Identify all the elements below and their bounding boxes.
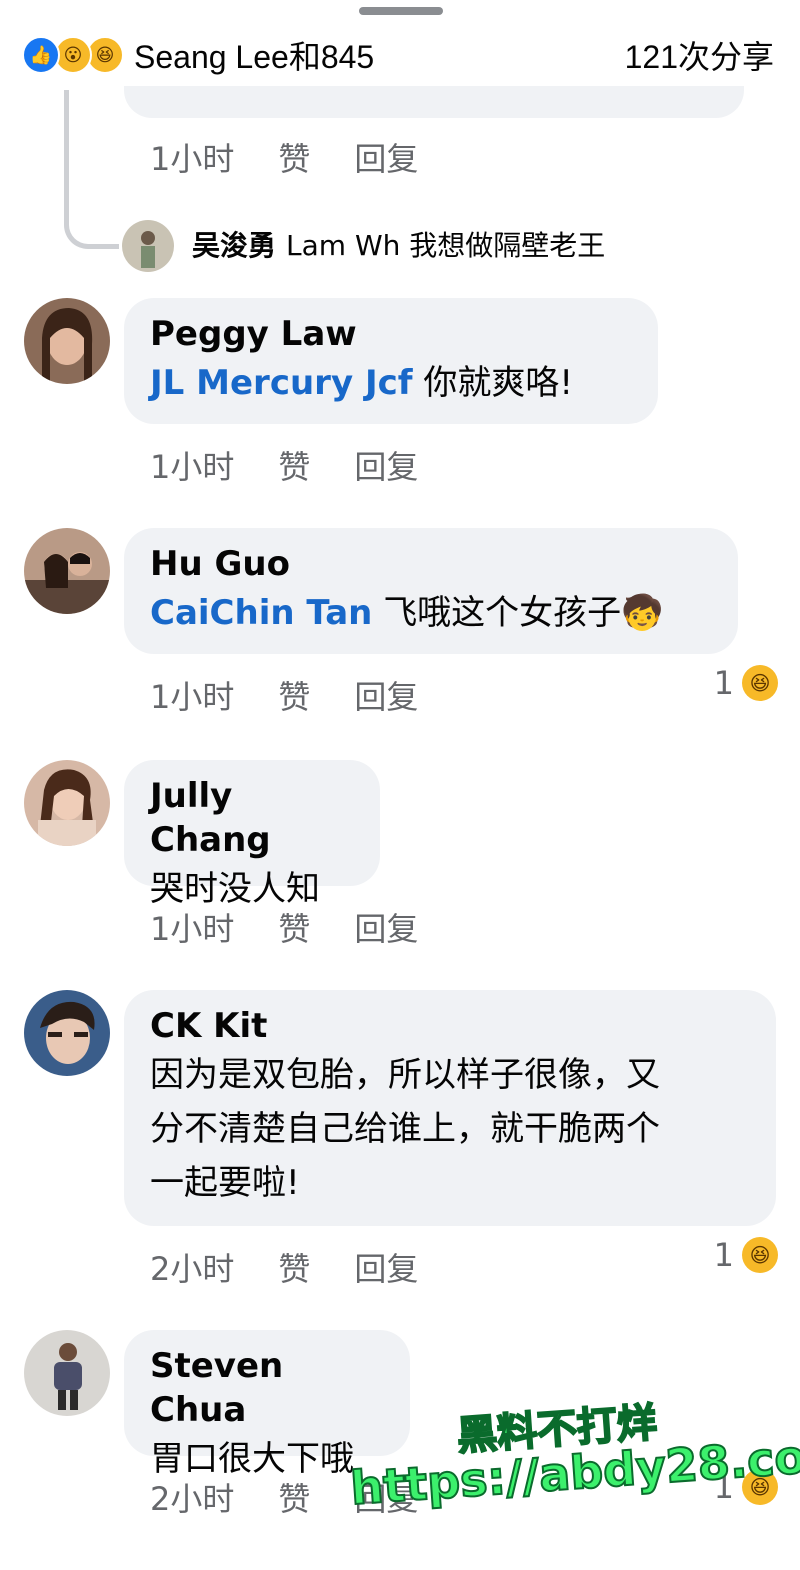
comment-time: 1小时 (150, 678, 235, 716)
watermark: 黑料不打烊 https://abdy28.com (335, 1374, 800, 1570)
like-button[interactable]: 赞 (278, 442, 310, 488)
avatar[interactable] (24, 760, 110, 846)
comment-bubble: Peggy Law JL Mercury Jcf 你就爽咯! (124, 298, 658, 424)
share-count[interactable]: 121次分享 (625, 32, 774, 78)
reply-button[interactable]: 回复 (354, 1244, 418, 1290)
like-reaction-icon: 👍 (22, 36, 60, 74)
comment-bubble: Jully Chang 哭时没人知 (124, 760, 380, 909)
girl-emoji-icon: 🧒 (621, 593, 664, 633)
comment-bubble: Hu Guo CaiChin Tan 飞哦这个女孩子🧒 (124, 528, 738, 654)
reactions-header: 👍 😮 😆 Seang Lee和845 121次分享 (0, 22, 800, 86)
comment-time: 1小时 (150, 140, 235, 178)
comment-actions: 1小时 赞 回复 (150, 672, 418, 718)
avatar[interactable] (24, 990, 110, 1076)
reply-button[interactable]: 回复 (354, 442, 418, 488)
reply-button[interactable]: 回复 (354, 904, 418, 950)
reply-author[interactable]: 吴浚勇 (192, 229, 276, 262)
comment-time: 2小时 (150, 1250, 235, 1288)
like-button[interactable]: 赞 (278, 672, 310, 718)
comment-time: 2小时 (150, 1480, 235, 1518)
comment-actions: 1小时 赞 回复 (150, 442, 418, 488)
haha-reaction-icon: 😆 (742, 1237, 778, 1273)
mention-link[interactable]: CaiChin Tan (150, 593, 372, 633)
mention-link[interactable]: JL Mercury Jcf (150, 363, 413, 403)
like-button[interactable]: 赞 (278, 1474, 310, 1520)
comment-text: CaiChin Tan 飞哦这个女孩子🧒 (150, 593, 664, 633)
reactor-names[interactable]: Seang Lee和845 (134, 32, 374, 78)
reply-button[interactable]: 回复 (354, 672, 418, 718)
like-button[interactable]: 赞 (278, 1244, 310, 1290)
comment-time: 1小时 (150, 448, 235, 486)
comment-bubble: CK Kit 因为是双包胎，所以样子很像，又 分不清楚自己给谁上，就干脆两个 一… (124, 990, 776, 1226)
reply-collapsed[interactable]: 吴浚勇 Lam Wh 我想做隔壁老王 (192, 224, 605, 264)
comment-author[interactable]: Jully Chang (150, 774, 354, 862)
haha-reaction-icon: 😆 (742, 665, 778, 701)
comment-author[interactable]: CK Kit (150, 1004, 750, 1048)
avatar[interactable] (24, 298, 110, 384)
reaction-count[interactable]: 1 😆 (714, 1236, 778, 1274)
reaction-summary[interactable]: 👍 😮 😆 (22, 36, 124, 74)
avatar[interactable] (122, 220, 174, 272)
comment-time: 1小时 (150, 910, 235, 948)
like-button[interactable]: 赞 (278, 904, 310, 950)
comment-author[interactable]: Peggy Law (150, 312, 632, 356)
comment-actions: 2小时 赞 回复 (150, 1244, 418, 1290)
comment-text: JL Mercury Jcf 你就爽咯! (150, 363, 573, 403)
comment-actions: 1小时 赞 回复 (150, 134, 418, 180)
drag-handle[interactable] (359, 7, 443, 15)
comment-author[interactable]: Hu Guo (150, 542, 712, 586)
reaction-count[interactable]: 1 😆 (714, 664, 778, 702)
comment-text-line: 因为是双包胎，所以样子很像，又 (150, 1055, 660, 1095)
thread-line (64, 90, 119, 249)
like-button[interactable]: 赞 (278, 134, 310, 180)
comment-text-line: 一起要啦! (150, 1163, 300, 1203)
avatar[interactable] (24, 528, 110, 614)
reply-button[interactable]: 回复 (354, 134, 418, 180)
comment-text-line: 分不清楚自己给谁上，就干脆两个 (150, 1109, 660, 1149)
comment-actions: 1小时 赞 回复 (150, 904, 418, 950)
avatar[interactable] (24, 1330, 110, 1416)
reply-text: Lam Wh 我想做隔壁老王 (286, 229, 606, 262)
